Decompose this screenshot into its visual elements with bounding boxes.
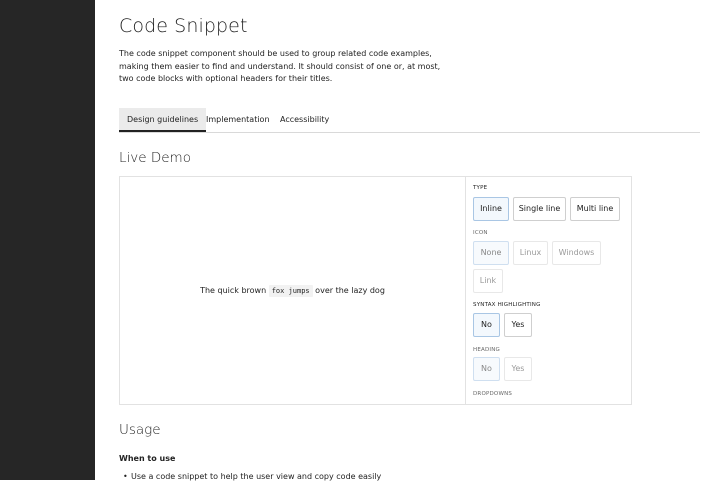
preview-sentence: The quick brown fox jumps over the lazy … (120, 285, 465, 297)
icon-linux-option[interactable]: Linux (513, 241, 548, 265)
page-title: Code Snippet (119, 15, 248, 37)
icon-none-option[interactable]: None (473, 241, 509, 265)
tab-design-guidelines[interactable]: Design guidelines (119, 108, 207, 132)
type-label: TYPE (473, 185, 488, 191)
type-single-line-option[interactable]: Single line (513, 197, 566, 221)
icon-windows-option[interactable]: Windows (552, 241, 601, 265)
inline-code-snippet: fox jumps (268, 285, 313, 297)
preview-text-after: over the lazy dog (312, 286, 385, 295)
heading-no-option[interactable]: No (473, 357, 500, 381)
syntax-highlighting-label: SYNTAX HIGHLIGHTING (473, 302, 541, 308)
live-demo-panel: The quick brown fox jumps over the lazy … (119, 176, 632, 405)
preview-text-before: The quick brown (200, 286, 269, 295)
intro-paragraph: The code snippet component should be use… (119, 49, 441, 83)
demo-preview: The quick brown fox jumps over the lazy … (120, 177, 466, 404)
heading-yes-option[interactable]: Yes (504, 357, 532, 381)
side-navigation (0, 0, 95, 480)
type-multi-line-option[interactable]: Multi line (570, 197, 620, 221)
tab-bar: Design guidelines Implementation Accessi… (119, 108, 700, 133)
icon-link-option[interactable]: Link (473, 269, 503, 293)
live-demo-heading: Live Demo (119, 150, 191, 166)
type-inline-option[interactable]: Inline (473, 197, 509, 221)
when-to-use-heading: When to use (119, 454, 176, 463)
tab-accessibility[interactable]: Accessibility (280, 108, 329, 132)
demo-controls: TYPE Inline Single line Multi line ICON … (473, 177, 631, 404)
heading-label: HEADING (473, 347, 501, 353)
dropdowns-label: DROPDOWNS (473, 391, 513, 397)
syntax-no-option[interactable]: No (473, 313, 500, 337)
main-content: Code Snippet The code snippet component … (119, 0, 720, 481)
syntax-yes-option[interactable]: Yes (504, 313, 532, 337)
icon-label: ICON (473, 230, 488, 236)
usage-heading: Usage (119, 422, 161, 438)
tab-implementation[interactable]: Implementation (206, 108, 270, 132)
